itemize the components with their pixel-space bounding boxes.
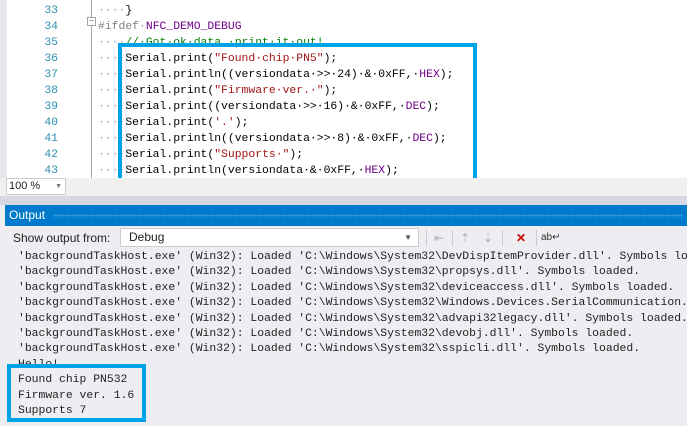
chevron-down-icon: ▼ (404, 233, 412, 242)
output-toolbar: Show output from: Debug ▼ ⇤ ⇡ ⇣ ✕ ab↵ (5, 226, 687, 250)
previous-message-icon[interactable]: ⇡ (456, 229, 474, 247)
separator (452, 230, 453, 246)
output-source-dropdown[interactable]: Debug ▼ (120, 228, 419, 247)
line-number: 41 (44, 133, 58, 145)
output-line: 'backgroundTaskHost.exe' (Win32): Loaded… (18, 266, 641, 279)
show-output-from-label: Show output from: (13, 231, 111, 245)
line-number: 35 (44, 37, 58, 49)
output-source-value: Debug (129, 230, 165, 244)
output-title-bar: Output (5, 205, 687, 226)
code-line[interactable]: 34 #ifdef·NFC_DEMO_DEBUG (0, 19, 687, 35)
code-token: NFC_DEMO_DEBUG (145, 21, 242, 33)
line-number: 34 (44, 21, 58, 33)
code-token: #ifdef (98, 21, 140, 33)
line-number: 33 (44, 5, 58, 17)
output-highlight-box (7, 364, 146, 422)
zoom-dropdown[interactable]: 100 % ▼ (6, 178, 66, 195)
output-title: Output (9, 208, 46, 222)
output-line: 'backgroundTaskHost.exe' (Win32): Loaded… (18, 297, 687, 310)
separator (426, 230, 427, 246)
code-editor[interactable]: − 33 ····} 34 #ifdef·NFC_DEMO_DEBUG 35 ····//… (0, 0, 687, 184)
find-message-in-code-icon[interactable]: ⇤ (430, 229, 448, 247)
pane-splitter[interactable] (0, 196, 687, 205)
separator (502, 230, 503, 246)
line-number: 36 (44, 53, 58, 65)
zoom-value: 100 % (9, 180, 41, 192)
code-text: ····} (98, 3, 132, 19)
code-token: · (139, 21, 146, 33)
word-wrap-icon[interactable]: ab↵ (541, 229, 561, 247)
line-number: 39 (44, 101, 58, 113)
code-token: } (125, 5, 133, 17)
output-line: 'backgroundTaskHost.exe' (Win32): Loaded… (18, 312, 687, 325)
drag-grip[interactable] (53, 214, 683, 218)
line-number: 43 (44, 165, 58, 177)
line-number: 40 (44, 117, 58, 129)
output-line: 'backgroundTaskHost.exe' (Win32): Loaded… (18, 251, 687, 263)
code-token: ···· (98, 5, 126, 17)
clear-all-icon[interactable]: ✕ (512, 229, 530, 247)
output-line: 'backgroundTaskHost.exe' (Win32): Loaded… (18, 281, 675, 294)
code-text: #ifdef·NFC_DEMO_DEBUG (98, 19, 242, 35)
chevron-down-icon: ▼ (55, 183, 62, 190)
output-pane[interactable]: 'backgroundTaskHost.exe' (Win32): Loaded… (5, 250, 687, 426)
editor-zoom-bar: 100 % ▼ (0, 178, 687, 196)
code-line[interactable]: 33 ····} (0, 3, 687, 19)
output-line: 'backgroundTaskHost.exe' (Win32): Loaded… (18, 343, 641, 356)
separator (536, 230, 537, 246)
line-number: 37 (44, 69, 58, 81)
output-line: 'backgroundTaskHost.exe' (Win32): Loaded… (18, 328, 634, 340)
line-number: 42 (44, 149, 58, 161)
next-message-icon[interactable]: ⇣ (479, 229, 497, 247)
line-number: 38 (44, 85, 58, 97)
code-highlight-box (118, 43, 477, 184)
